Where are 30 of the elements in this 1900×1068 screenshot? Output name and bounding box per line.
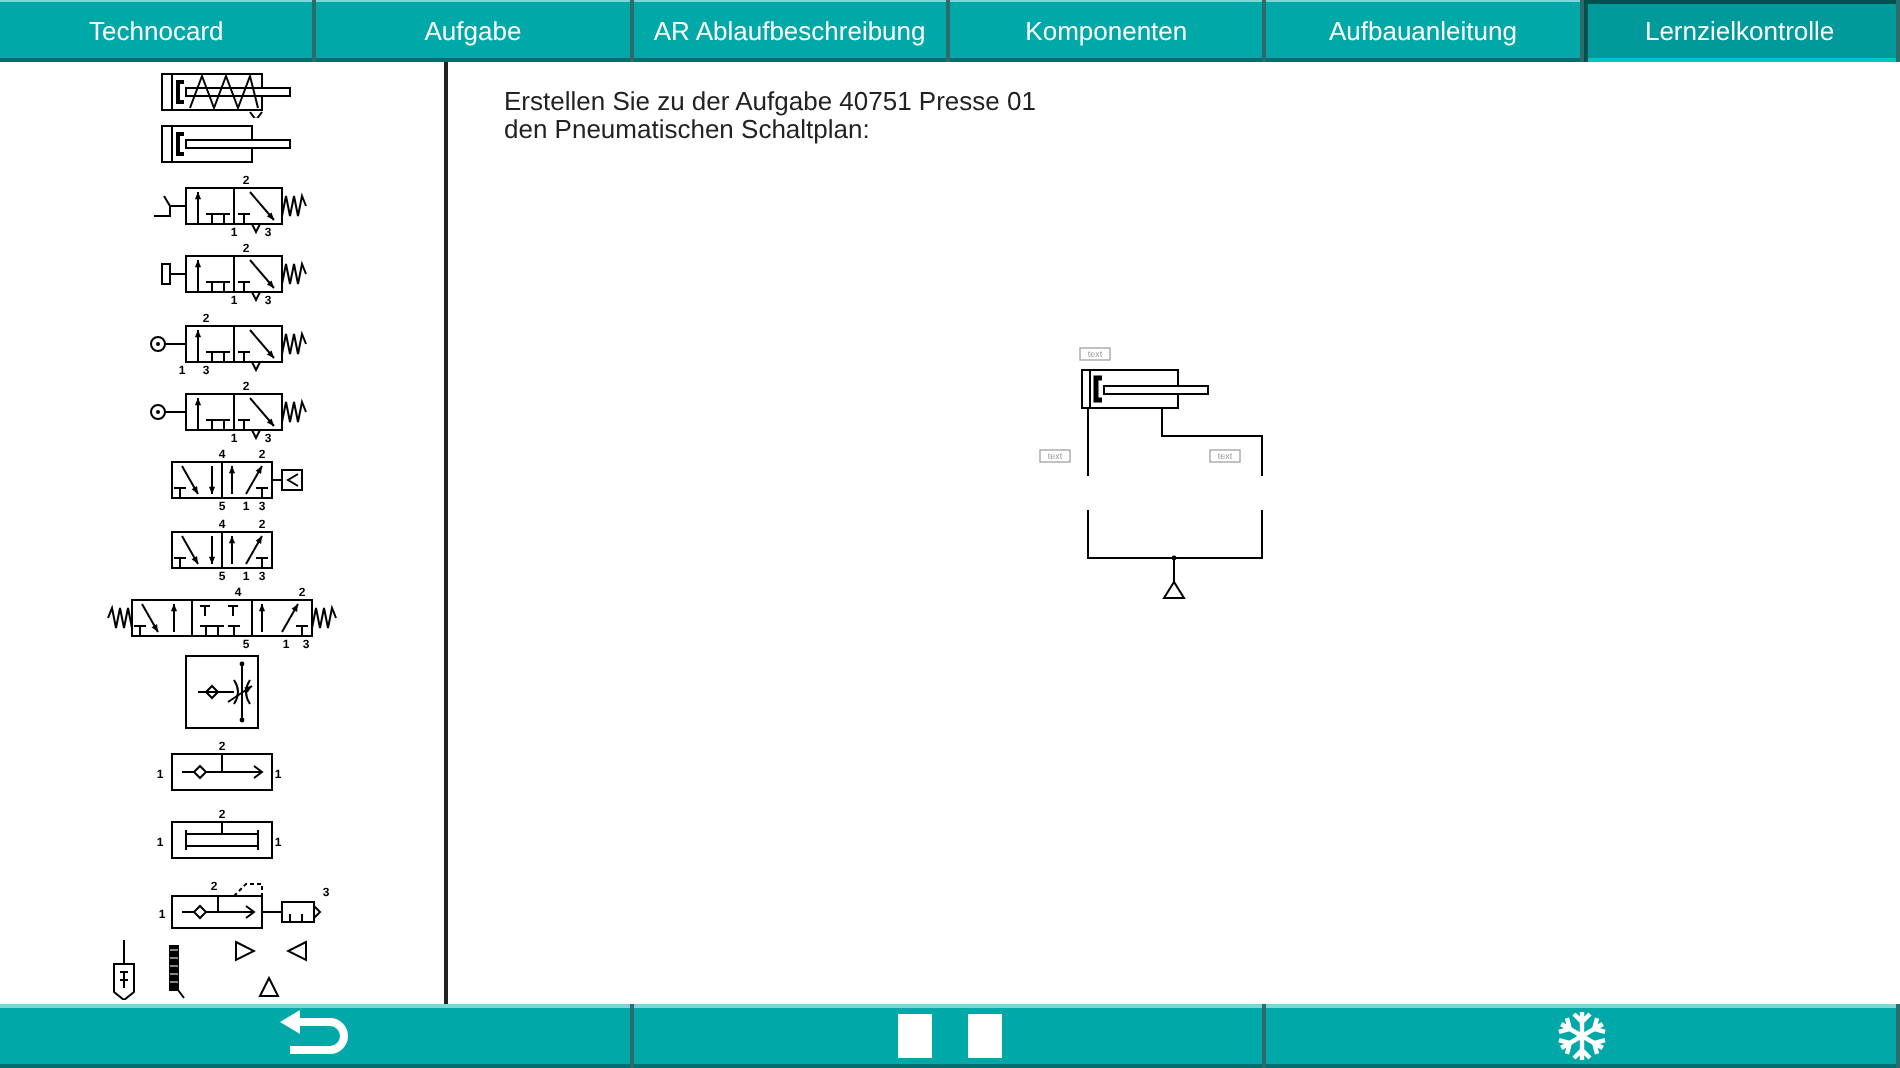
nav-tab[interactable]: Technocard [0, 0, 317, 62]
triangle-symbol[interactable] [234, 939, 256, 962]
cylinder-symbol[interactable] [161, 125, 291, 164]
shuttle-valve-symbol[interactable] [171, 752, 273, 791]
silencer-symbol[interactable] [110, 939, 138, 1000]
flow-control-symbol[interactable] [185, 655, 259, 730]
triangle-symbol[interactable] [258, 975, 280, 998]
nav-tab[interactable]: AR Ablaufbeschreibung [633, 0, 950, 62]
valve-symbol[interactable] [150, 324, 307, 372]
valve-symbol[interactable] [171, 530, 273, 569]
pause-button[interactable] [633, 1004, 1267, 1068]
nav-tab[interactable]: Aufgabe [316, 0, 634, 62]
valve-symbol[interactable] [150, 392, 307, 440]
snowflake-button[interactable] [1266, 1004, 1900, 1068]
task-instruction: Erstellen Sie zu der Aufgabe 40751 Presse 01 den Pneumatischen Schaltplan: [504, 88, 1038, 143]
valve-symbol[interactable] [161, 255, 307, 303]
hose-symbol[interactable] [166, 939, 186, 1000]
valve-symbol[interactable] [171, 461, 303, 500]
snowflake-icon [1555, 1010, 1608, 1062]
quick-exhaust-symbol[interactable] [171, 882, 322, 928]
nav-tab[interactable]: Aufbauanleitung [1266, 0, 1584, 62]
triangle-symbol[interactable] [286, 939, 308, 962]
valve-symbol[interactable] [153, 186, 307, 234]
cylinder-symbol[interactable] [161, 72, 291, 118]
two-pressure-valve-symbol[interactable] [171, 821, 273, 860]
nav-tab[interactable]: Komponenten [949, 0, 1267, 62]
valve-symbol[interactable] [107, 599, 337, 637]
back-arrow-button[interactable] [0, 1004, 634, 1068]
nav-tab[interactable]: Lernzielkontrolle [1583, 0, 1900, 62]
pause-icon [892, 1012, 1004, 1060]
